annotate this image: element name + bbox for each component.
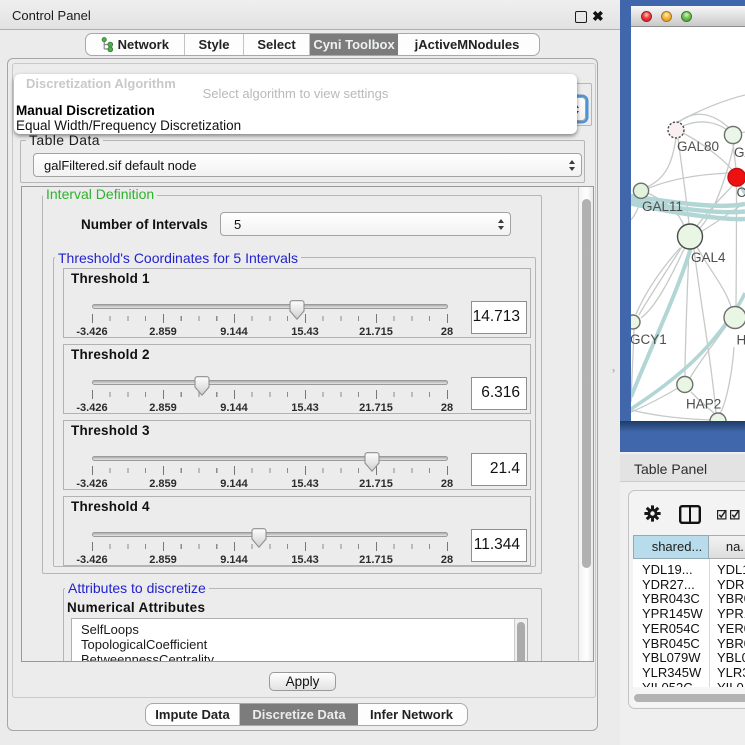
svg-text:C: C bbox=[737, 185, 745, 200]
svg-text:GCY1: GCY1 bbox=[631, 332, 667, 347]
svg-text:H: H bbox=[737, 333, 745, 348]
svg-text:GAL4: GAL4 bbox=[691, 250, 726, 265]
svg-text:GAL: GAL bbox=[734, 145, 745, 160]
svg-text:HAP2: HAP2 bbox=[686, 397, 721, 412]
svg-text:GAL11: GAL11 bbox=[642, 199, 683, 214]
svg-text:GAL80: GAL80 bbox=[677, 139, 719, 154]
